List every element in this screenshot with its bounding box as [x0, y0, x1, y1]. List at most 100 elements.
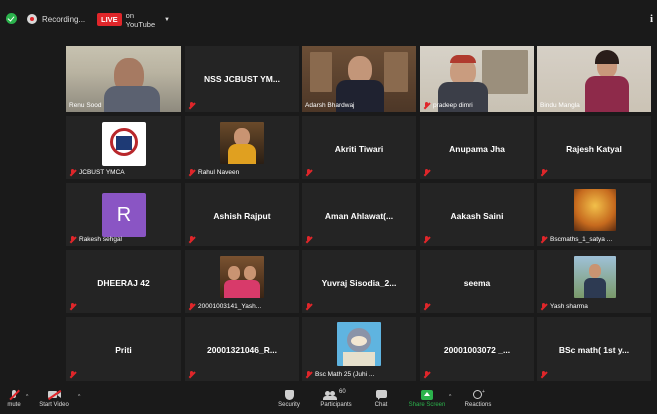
- mic-muted-icon: [305, 371, 312, 378]
- participant-tile[interactable]: Rahul Naveen: [185, 116, 299, 179]
- participant-tile[interactable]: 20001003072 _...: [420, 317, 534, 381]
- participant-name: Priti: [115, 345, 132, 355]
- participant-tile[interactable]: Bsc Math 25 (Juhi ...: [302, 317, 416, 381]
- participant-name: Yuvraj Sisodia_2...: [321, 278, 397, 288]
- participant-tile[interactable]: 20001003141_Yash...: [185, 250, 299, 313]
- participant-name: Adarsh Bhardwaj: [305, 102, 355, 109]
- meeting-top-bar: Recording... LIVE on YouTube ▼ i: [0, 0, 657, 40]
- participant-tile[interactable]: Renu Sood: [66, 46, 181, 112]
- participant-name-bar: [188, 236, 198, 243]
- mic-muted-icon: [305, 236, 312, 243]
- mic-muted-icon: [423, 169, 430, 176]
- mic-muted-icon: [540, 303, 547, 310]
- mic-muted-icon: [69, 169, 76, 176]
- participant-tile[interactable]: Akriti Tiwari: [302, 116, 416, 179]
- chat-button[interactable]: Chat: [366, 384, 396, 414]
- participant-name: Aman Ahlawat(...: [324, 211, 394, 221]
- profile-picture: [220, 256, 264, 298]
- share-screen-button[interactable]: Share Screen: [405, 384, 449, 414]
- mute-button[interactable]: mute: [0, 384, 28, 414]
- participant-name: 20001003141_Yash...: [198, 303, 262, 310]
- meeting-info-icon[interactable]: i: [650, 13, 653, 25]
- participant-tile[interactable]: Aakash Saini: [420, 183, 534, 246]
- participant-tile[interactable]: Adarsh Bhardwaj: [302, 46, 416, 112]
- mic-muted-icon: [305, 303, 312, 310]
- participant-tile[interactable]: JCBUST YMCA: [66, 116, 181, 179]
- emoji-reaction-icon: +: [471, 389, 485, 400]
- participant-name: 20001003072 _...: [443, 345, 511, 355]
- participant-name-bar: [305, 169, 315, 176]
- participant-name-bar: [423, 371, 433, 378]
- participant-tile[interactable]: pradeep dimri: [420, 46, 534, 112]
- participant-name: JCBUST YMCA: [79, 169, 125, 176]
- mic-muted-icon: [305, 169, 312, 176]
- profile-picture: [337, 322, 381, 366]
- participant-name: Bsc Math 25 (Juhi ...: [315, 371, 375, 378]
- participant-name: Yash sharma: [550, 303, 588, 310]
- participant-tile[interactable]: 20001321046_R...: [185, 317, 299, 381]
- mic-muted-icon: [188, 303, 195, 310]
- participant-name-bar: [423, 303, 433, 310]
- participant-name: Anupama Jha: [449, 144, 505, 154]
- mic-muted-icon: [423, 371, 430, 378]
- recording-icon: [27, 14, 37, 24]
- participant-tile[interactable]: Aman Ahlawat(...: [302, 183, 416, 246]
- participant-name-bar: [69, 303, 79, 310]
- participant-tile[interactable]: Anupama Jha: [420, 116, 534, 179]
- share-options-caret-icon[interactable]: ^: [449, 394, 451, 400]
- participant-name: Renu Sood: [69, 102, 102, 109]
- participant-tile[interactable]: BSc math( 1st y...: [537, 317, 651, 381]
- participant-tile[interactable]: DHEERAJ 42: [66, 250, 181, 313]
- mic-muted-icon: [188, 102, 195, 109]
- participant-tile[interactable]: Yuvraj Sisodia_2...: [302, 250, 416, 313]
- participant-tile[interactable]: Bindu Mangla: [537, 46, 651, 112]
- live-badge: LIVE: [97, 13, 122, 26]
- participant-name: Bindu Mangla: [540, 102, 580, 109]
- participant-name-bar: [69, 371, 79, 378]
- profile-picture: [574, 189, 616, 231]
- participant-name-bar: [188, 371, 198, 378]
- participant-tile[interactable]: Rajesh Katyal: [537, 116, 651, 179]
- participant-name-bar: [188, 102, 198, 109]
- participant-tile[interactable]: Priti: [66, 317, 181, 381]
- start-video-button[interactable]: Start Video: [33, 384, 75, 414]
- participant-name: Rahul Naveen: [198, 169, 240, 176]
- mic-muted-icon: [69, 303, 76, 310]
- participant-tile[interactable]: seema: [420, 250, 534, 313]
- participant-name-bar: Rahul Naveen: [188, 169, 239, 176]
- participant-name-bar: Rakesh sehgal: [69, 236, 122, 243]
- video-off-icon: [47, 389, 62, 400]
- participants-button[interactable]: 60 Participants: [311, 384, 361, 414]
- participant-name-bar: [305, 303, 315, 310]
- live-stream-button[interactable]: LIVE on YouTube ▼: [97, 11, 170, 29]
- participant-tile[interactable]: Ashish Rajput: [185, 183, 299, 246]
- participant-name: Rakesh sehgal: [79, 236, 122, 243]
- participant-name-bar: Bscmaths_1_satya ...: [540, 236, 612, 243]
- reactions-button[interactable]: + Reactions: [458, 384, 498, 414]
- participant-tile[interactable]: R Rakesh sehgal: [66, 183, 181, 246]
- mic-muted-icon: [188, 236, 195, 243]
- participant-tile[interactable]: NSS JCBUST YM...: [185, 46, 299, 112]
- participant-name-bar: [423, 236, 433, 243]
- participant-name: DHEERAJ 42: [97, 278, 150, 288]
- mic-muted-icon: [188, 371, 195, 378]
- participant-name-bar: 20001003141_Yash...: [188, 303, 261, 310]
- participant-name: pradeep dimri: [433, 102, 473, 109]
- security-shield-icon[interactable]: [6, 13, 17, 24]
- participant-name-bar: JCBUST YMCA: [69, 169, 125, 176]
- participant-name: Aakash Saini: [450, 211, 504, 221]
- mute-options-caret-icon[interactable]: ^: [26, 394, 28, 400]
- mic-muted-icon: [540, 236, 547, 243]
- mic-muted-icon: [540, 371, 547, 378]
- mic-muted-icon: [7, 389, 21, 400]
- participant-name-bar: [540, 169, 550, 176]
- mic-muted-icon: [540, 169, 547, 176]
- participant-name: NSS JCBUST YM...: [204, 74, 280, 84]
- participant-tile[interactable]: Yash sharma: [537, 250, 651, 313]
- mic-muted-icon: [69, 236, 76, 243]
- security-button[interactable]: Security: [270, 384, 308, 414]
- video-options-caret-icon[interactable]: ^: [78, 394, 80, 400]
- mic-muted-icon: [423, 102, 430, 109]
- participant-tile[interactable]: Bscmaths_1_satya ...: [537, 183, 651, 246]
- participant-name-bar: [305, 236, 315, 243]
